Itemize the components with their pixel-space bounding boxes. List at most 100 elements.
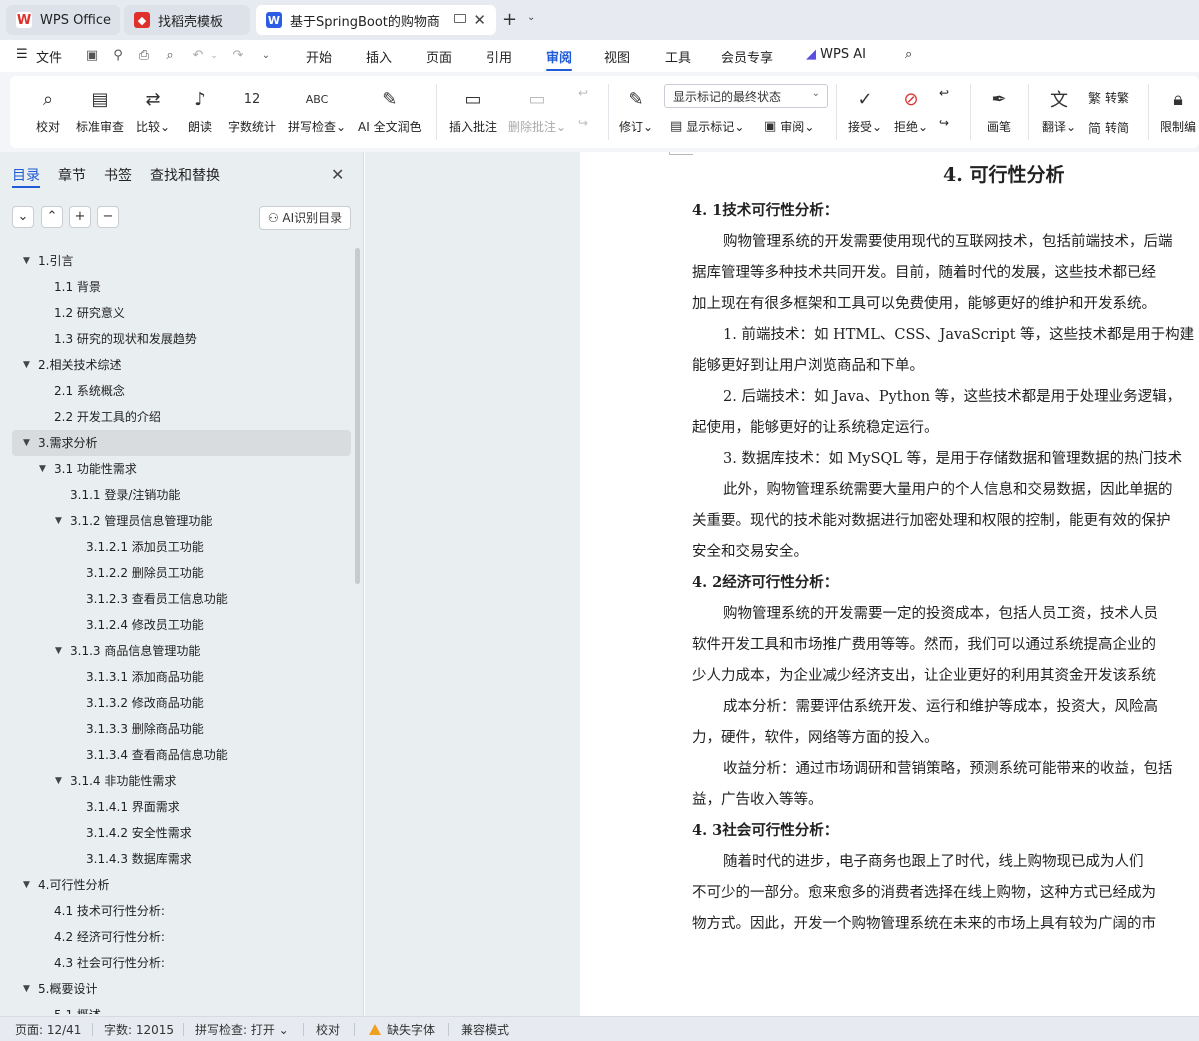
share-icon[interactable]: ⚲ <box>110 48 126 64</box>
word-count-button[interactable]: 12 字数统计 <box>228 86 276 135</box>
close-tab-icon[interactable]: ✕ <box>473 11 486 29</box>
translate-button[interactable]: 文翻译⌄ <box>1042 86 1076 135</box>
proof-status[interactable]: 校对 <box>316 1021 340 1038</box>
toc-item[interactable]: ▼ 3.1.3 商品信息管理功能 <box>0 638 350 664</box>
proofread-button[interactable]: ⌕ 校对 <box>35 86 61 135</box>
caret-down-icon[interactable]: ▼ <box>39 456 46 482</box>
toc-item[interactable]: 3.1.3.3 删除商品功能 <box>0 716 350 742</box>
prev-change-icon[interactable]: ↩ <box>939 86 949 100</box>
add-heading-icon[interactable]: + <box>69 206 91 228</box>
toc-item[interactable]: 2.1 系统概念 <box>0 378 350 404</box>
toc-item[interactable]: 3.1.4.2 安全性需求 <box>0 820 350 846</box>
review-pane-button[interactable]: ▣ 审阅 ⌄ <box>764 118 814 135</box>
nav-tab-find-replace[interactable]: 查找和替换 <box>150 165 220 185</box>
toc-item[interactable]: 4.2 经济可行性分析: <box>0 924 350 950</box>
toc-item[interactable]: 3.1.4.3 数据库需求 <box>0 846 350 872</box>
nav-scrollbar[interactable] <box>355 248 360 584</box>
page-indicator[interactable]: 页面: 12/41 <box>15 1021 81 1038</box>
nav-tab-sections[interactable]: 章节 <box>58 165 86 185</box>
toc-item[interactable]: ▼ 2.相关技术综述 <box>0 352 350 378</box>
undo-icon[interactable]: ↶ <box>190 48 206 64</box>
pen-button[interactable]: ✒ 画笔 <box>986 86 1012 135</box>
chevron-down-icon[interactable]: ⌄ <box>258 48 274 64</box>
track-changes-button[interactable]: ✎ 修订⌄ <box>619 86 653 135</box>
hamburger-icon[interactable]: ☰ <box>16 47 28 62</box>
toc-item[interactable]: ▼ 3.1.2 管理员信息管理功能 <box>0 508 350 534</box>
accept-button[interactable]: ✓ 接受⌄ <box>848 86 882 135</box>
nav-tab-bookmarks[interactable]: 书签 <box>104 165 132 185</box>
toc-item[interactable]: 4.1 技术可行性分析: <box>0 898 350 924</box>
menu-start[interactable]: 开始 <box>306 47 332 66</box>
caret-down-icon[interactable]: ▼ <box>23 872 30 898</box>
tab-docer-templates[interactable]: ◆ 找稻壳模板 <box>124 5 250 35</box>
insert-comment-button[interactable]: ▭ 插入批注 <box>449 86 497 135</box>
caret-down-icon[interactable]: ▼ <box>23 248 30 274</box>
menu-view[interactable]: 视图 <box>604 47 630 66</box>
print-preview-icon[interactable]: ⌕ <box>162 48 178 64</box>
save-icon[interactable]: ▣ <box>84 48 100 64</box>
read-aloud-button[interactable]: ♪ 朗读 <box>187 86 213 135</box>
markup-mode-select[interactable]: 显示标记的最终状态 ⌄ <box>664 84 828 108</box>
remove-heading-icon[interactable]: − <box>97 206 119 228</box>
show-markup-button[interactable]: ▤ 显示标记 ⌄ <box>670 118 744 135</box>
print-icon[interactable]: ⎙ <box>136 48 152 64</box>
redo-icon[interactable]: ↷ <box>230 48 246 64</box>
missing-font-status[interactable]: 缺失字体 <box>369 1021 435 1038</box>
toc-item[interactable]: 3.1.2.3 查看员工信息功能 <box>0 586 350 612</box>
menu-member[interactable]: 会员专享 <box>721 47 773 66</box>
toc-item[interactable]: 3.1.4.1 界面需求 <box>0 794 350 820</box>
reject-button[interactable]: ⊘ 拒绝⌄ <box>894 86 928 135</box>
toc-item[interactable]: ▼ 3.1.4 非功能性需求 <box>0 768 350 794</box>
collapse-down-icon[interactable]: ⌄ <box>12 206 34 228</box>
toc-item[interactable]: 3.1.1 登录/注销功能 <box>0 482 350 508</box>
toc-item[interactable]: 4.3 社会可行性分析: <box>0 950 350 976</box>
standard-review-button[interactable]: ▤ 标准审查 <box>76 86 124 135</box>
to-simplified-button[interactable]: 简转简 <box>1088 118 1129 137</box>
caret-down-icon[interactable]: ▼ <box>23 976 30 1002</box>
spell-check-status[interactable]: 拼写检查: 打开 ⌄ <box>195 1021 289 1038</box>
next-change-icon[interactable]: ↪ <box>939 116 949 130</box>
undo-dropdown-icon[interactable]: ⌄ <box>206 48 222 64</box>
toc-item[interactable]: 3.1.3.1 添加商品功能 <box>0 664 350 690</box>
toc-item[interactable]: 3.1.2.4 修改员工功能 <box>0 612 350 638</box>
compare-button[interactable]: ⇄ 比较⌄ <box>136 86 170 135</box>
toc-item[interactable]: ▼ 3.1 功能性需求 <box>0 456 350 482</box>
spell-check-button[interactable]: ABC 拼写检查⌄ <box>288 86 346 135</box>
menu-review[interactable]: 审阅 <box>546 47 572 66</box>
toc-item[interactable]: 3.1.2.2 删除员工功能 <box>0 560 350 586</box>
collapse-up-icon[interactable]: ⌃ <box>41 206 63 228</box>
toc-item[interactable]: 1.2 研究意义 <box>0 300 350 326</box>
word-count[interactable]: 字数: 12015 <box>104 1021 174 1038</box>
toc-item[interactable]: ▼ 1.引言 <box>0 248 350 274</box>
delete-comment-button[interactable]: ▭ 删除批注⌄ <box>508 86 566 135</box>
nav-tab-toc[interactable]: 目录 <box>12 165 40 185</box>
close-icon[interactable]: ✕ <box>331 165 344 184</box>
monitor-icon[interactable] <box>454 14 466 23</box>
menu-tools[interactable]: 工具 <box>665 47 691 66</box>
toc-item[interactable]: 1.1 背景 <box>0 274 350 300</box>
toc-item[interactable]: ▼ 5.概要设计 <box>0 976 350 1002</box>
toc-item[interactable]: 1.3 研究的现状和发展趋势 <box>0 326 350 352</box>
search-icon[interactable]: ⌕ <box>905 47 912 62</box>
wps-ai-menu[interactable]: ◢ WPS AI <box>806 47 866 62</box>
ai-polish-button[interactable]: ✎ AI 全文润色 <box>358 86 422 135</box>
toc-item[interactable]: 5.1 概述 <box>0 1002 350 1014</box>
toc-item[interactable]: 3.1.3.4 查看商品信息功能 <box>0 742 350 768</box>
toc-item[interactable]: 3.1.2.1 添加员工功能 <box>0 534 350 560</box>
restrict-edit-button[interactable]: 🔒︎ 限制编 <box>1160 86 1196 135</box>
toc-item[interactable]: ▼ 4.可行性分析 <box>0 872 350 898</box>
caret-down-icon[interactable]: ▼ <box>55 638 62 664</box>
to-traditional-button[interactable]: 繁转繁 <box>1088 88 1129 107</box>
tab-wps-office[interactable]: W WPS Office <box>6 5 120 35</box>
chevron-down-icon[interactable]: ⌄ <box>527 12 535 23</box>
toc-item[interactable]: 2.2 开发工具的介绍 <box>0 404 350 430</box>
menu-file[interactable]: 文件 <box>36 47 62 66</box>
caret-down-icon[interactable]: ▼ <box>55 508 62 534</box>
caret-down-icon[interactable]: ▼ <box>23 430 30 456</box>
toc-item[interactable]: ▼ 3.需求分析 <box>12 430 351 456</box>
caret-down-icon[interactable]: ▼ <box>55 768 62 794</box>
caret-down-icon[interactable]: ▼ <box>23 352 30 378</box>
ai-toc-button[interactable]: ⚇ AI识别目录 <box>259 206 351 230</box>
next-comment-icon[interactable]: ↪ <box>578 116 588 130</box>
prev-comment-icon[interactable]: ↩ <box>578 86 588 100</box>
